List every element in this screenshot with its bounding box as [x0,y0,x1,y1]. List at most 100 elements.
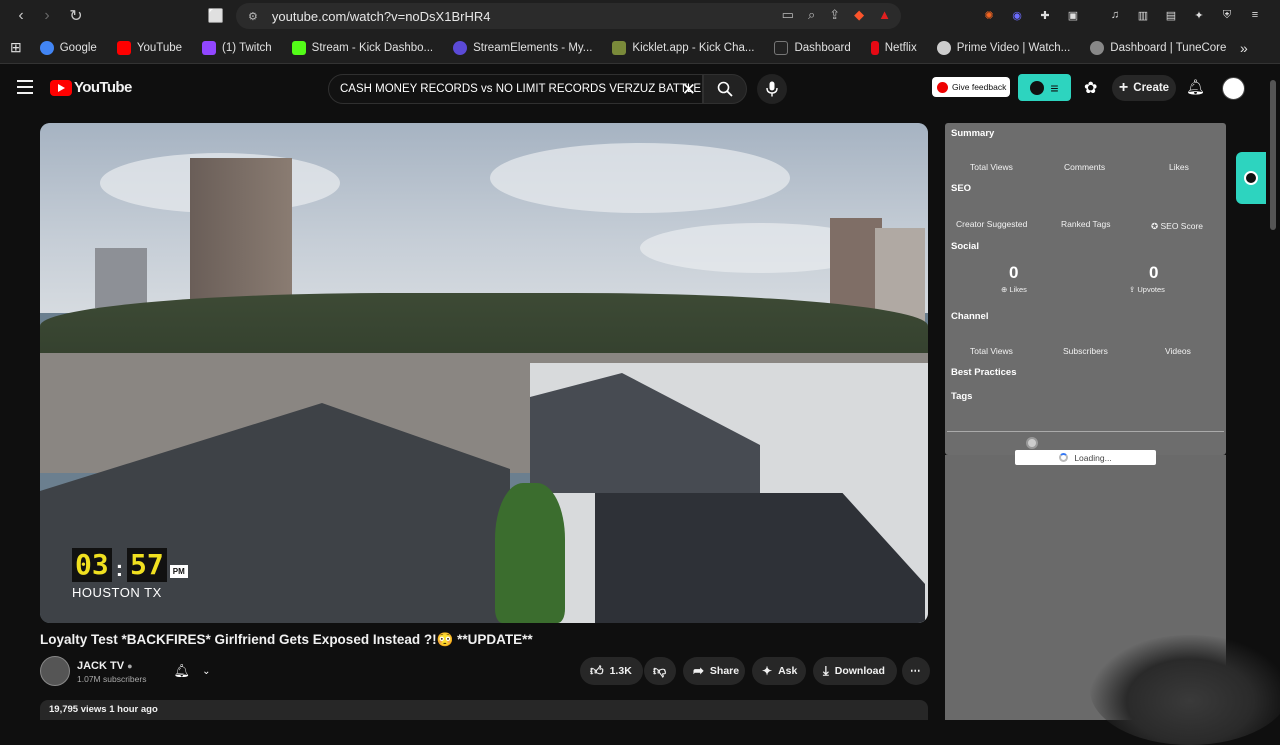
channel-total-views: Total Views [970,346,1013,356]
url-text: youtube.com/watch?v=noDsX1BrHR4 [271,8,491,24]
webcam-overlay [1090,635,1280,745]
video-cloud [490,143,790,213]
download-button[interactable]: ⤓ Download [813,657,897,685]
scrollbar-thumb[interactable] [1270,80,1276,230]
clock-colon: : [115,556,124,581]
bookmark-dashboard[interactable]: Dashboard [774,40,851,55]
ranked-tags-tab[interactable]: Ranked Tags [1061,219,1110,229]
media-icon[interactable]: ♫ [1106,6,1124,24]
bookmark-kicklet[interactable]: Kicklet.app - Kick Cha... [612,40,754,55]
dislike-button[interactable]: 👎︎ [644,657,676,685]
extension-blue-icon[interactable]: ◉ [1008,6,1026,24]
extension-icons: ✺ ◉ ✚ ▣ ♫ ▥ ▤ ✦ ⛨ ≡ [980,6,1264,24]
upvotes-text: Upvotes [1137,285,1165,294]
summary-likes: Likes [1169,162,1189,172]
video-building [875,228,925,323]
search-button[interactable] [703,74,747,104]
kicklet-icon [612,40,627,55]
bookmark-kick[interactable]: Stream - Kick Dashbo... [291,40,434,55]
channel-name-text: JACK TV [77,660,125,672]
video-title: Loyalty Test *BACKFIRES* Girlfriend Gets… [40,632,533,647]
address-bar[interactable]: ⚙ youtube.com/watch?v=noDsX1BrHR4 ▭ ⌕ ⇪ … [236,3,901,29]
brave-rewards-icon[interactable]: ▲ [878,7,891,23]
summary-total-views: Total Views [970,162,1013,172]
voice-search-button[interactable] [757,74,787,104]
thumbs-down-icon: 👎︎ [653,663,667,678]
create-button[interactable]: + Create [1112,75,1176,101]
google-icon [39,40,54,55]
share-label: Share [709,665,740,677]
bookmark-google[interactable]: Google [39,40,97,55]
notification-subscribe-button[interactable]: 🔔︎ ⌄ [167,657,217,685]
bookmark-label: Stream - Kick Dashbo... [311,41,434,54]
clear-search-icon[interactable]: ✕ [682,80,696,100]
youtube-icon [116,40,131,55]
bell-icon: 🔔︎ [173,663,191,678]
site-info-icon[interactable]: ⚙ [248,10,258,23]
more-horizontal-icon: ⋯ [910,665,921,677]
bookmark-netflix[interactable]: Netflix [870,40,917,55]
upvotes-label: ⇪ Upvotes [1129,285,1165,294]
notifications-bell-icon[interactable]: 🔔︎ [1186,78,1205,96]
apps-grid-icon[interactable]: ⊞ [10,39,22,56]
bookmark-label: Dashboard | TuneCore [1110,41,1227,54]
search-icon [717,81,733,97]
tags-heading: Tags [951,391,973,402]
give-feedback-button[interactable]: Give feedback [932,77,1010,97]
youtube-logo[interactable]: YouTube [50,79,132,96]
create-label: Create [1133,82,1170,94]
kick-icon [291,40,306,55]
more-bookmarks-icon[interactable]: » [1240,40,1248,56]
menu-icon[interactable]: ≡ [1246,6,1264,24]
share-icon[interactable]: ⇪ [829,7,840,23]
zoom-icon[interactable]: ⌕ [808,7,815,23]
globe-icon [936,40,951,55]
seo-score-label: SEO Score [1160,221,1204,231]
share-button[interactable]: ➦ Share [683,657,745,685]
search-input[interactable]: CASH MONEY RECORDS vs NO LIMIT RECORDS V… [328,74,703,104]
account-avatar[interactable] [1222,77,1245,100]
back-icon[interactable]: ‹ [9,4,33,28]
seo-score-tab[interactable]: ✪ SEO Score [1151,221,1203,232]
creator-suggested-tab[interactable]: Creator Suggested [956,219,1027,229]
channel-avatar[interactable] [40,656,70,686]
extension-side-tab[interactable] [1236,152,1266,204]
extension-menu-button[interactable]: ≡ [1018,74,1071,101]
feedback-label: Give feedback [952,82,1007,92]
extension-gear-icon[interactable]: ✿ [1084,78,1097,98]
microphone-icon [766,81,778,97]
wallet-icon[interactable]: ▤ [1162,6,1180,24]
video-player[interactable]: 03 : 57 PM HOUSTON TX [40,123,928,623]
bookmark-tunecore[interactable]: Dashboard | TuneCore [1090,40,1227,55]
page-scrollbar[interactable] [1268,70,1278,720]
bookmark-twitch[interactable]: (1) Twitch [202,40,272,55]
brave-shield-icon[interactable]: ◆ [854,7,864,23]
extension-screenshot-icon[interactable]: ▣ [1064,6,1082,24]
sparkle-icon: ✦ [762,664,773,678]
loading-text: Loading... [1074,452,1112,463]
ask-button[interactable]: ✦ Ask [752,657,806,685]
bookmark-icon[interactable]: ⬜ [204,4,228,28]
verified-icon: ● [127,661,133,671]
sidebar-icon[interactable]: ▥ [1134,6,1152,24]
logo-text: YouTube [74,79,132,96]
globe-icon [1090,40,1105,55]
channel-videos: Videos [1165,346,1191,356]
leo-ai-icon[interactable]: ✦ [1190,6,1208,24]
more-actions-button[interactable]: ⋯ [902,657,930,685]
extension-orange-icon[interactable]: ✺ [980,6,998,24]
video-building [95,248,147,308]
reload-icon[interactable]: ↻ [64,4,88,28]
cast-icon[interactable]: ▭ [782,7,794,23]
extensions-puzzle-icon[interactable]: ✚ [1036,6,1054,24]
bookmark-prime-video[interactable]: Prime Video | Watch... [936,40,1070,55]
vpn-icon[interactable]: ⛨ [1218,6,1236,24]
bookmark-streamelements[interactable]: StreamElements - My... [453,40,592,55]
video-location-label: HOUSTON TX [72,585,162,600]
channel-name[interactable]: JACK TV ● [77,660,133,672]
bookmark-youtube[interactable]: YouTube [116,40,182,55]
like-button[interactable]: 👍︎ 1.3K [580,657,643,685]
hamburger-menu-icon[interactable] [17,80,33,94]
forward-icon[interactable]: › [35,4,59,28]
bookmarks-bar: ⊞ Google YouTube (1) Twitch Stream - Kic… [0,32,1280,64]
